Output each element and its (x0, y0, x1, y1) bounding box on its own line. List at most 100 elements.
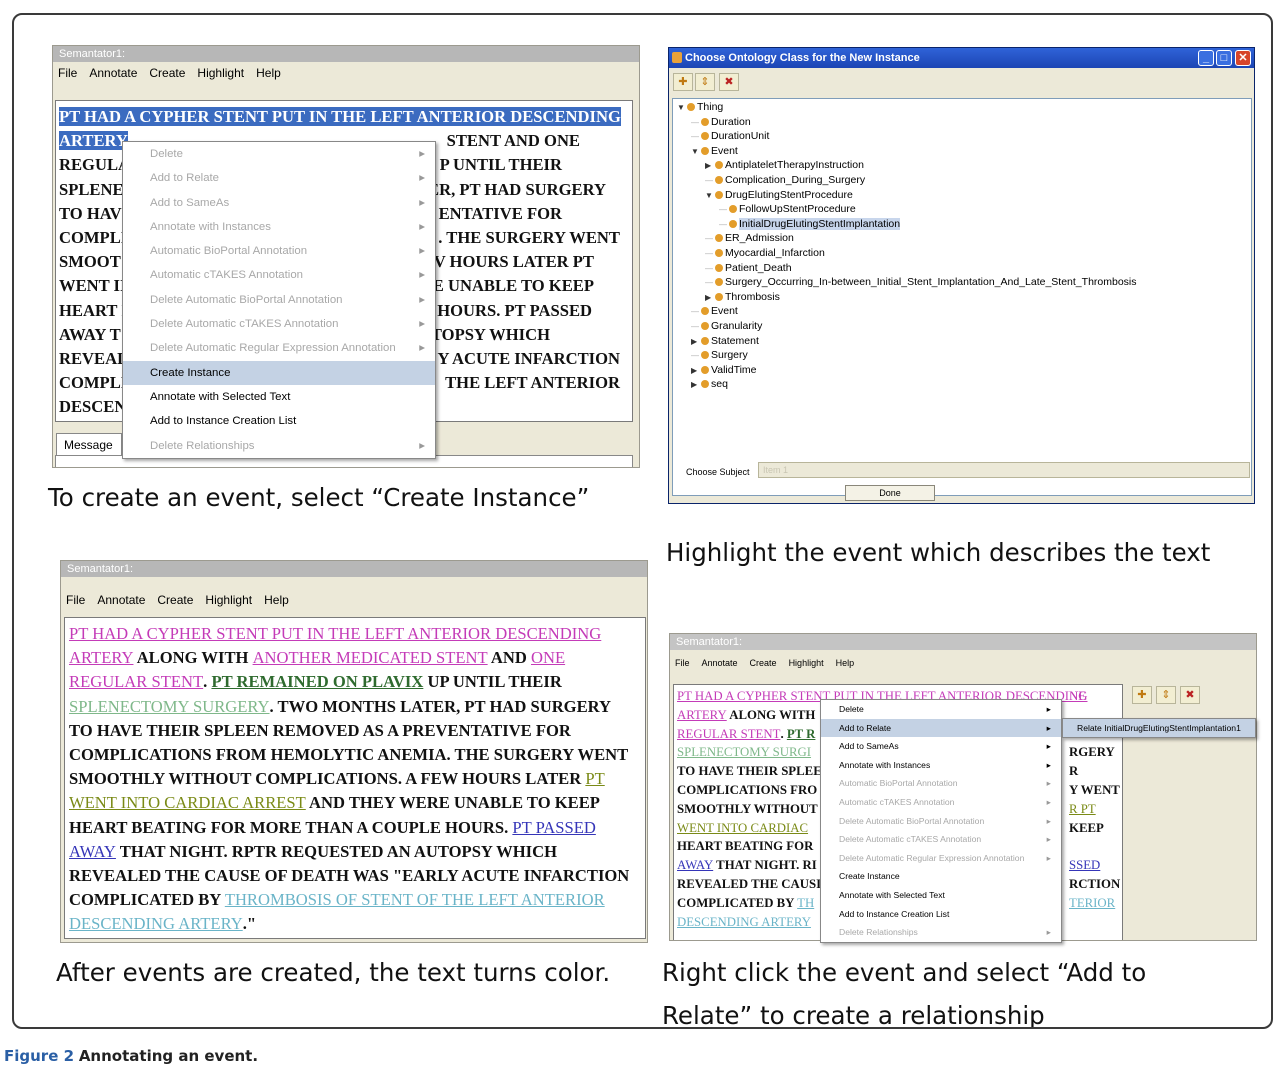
add-class-icon[interactable]: ✚ (673, 73, 693, 91)
tree-node[interactable]: — InitialDrugElutingStentImplantation (719, 217, 901, 231)
menu-item-add-to-sameas[interactable]: Add to SameAs ▸ (821, 737, 1061, 756)
event-annotation[interactable]: PT REMAINED ON PLAVIX (211, 672, 423, 691)
tree-node[interactable]: ▶ Thrombosis (705, 291, 780, 304)
note-text-area[interactable]: PT HAD A CYPHER STENT PUT IN THE LEFT AN… (64, 617, 646, 939)
menu-create[interactable]: Create (157, 593, 193, 607)
tree-node[interactable]: — Complication_During_Surgery (705, 174, 865, 187)
menu-item-label: Delete Automatic BioPortal Annotation (150, 293, 343, 306)
delete-class-icon[interactable]: ✖ (1180, 686, 1200, 704)
add-class-icon[interactable]: ✚ (1132, 686, 1152, 704)
expand-icon[interactable]: ▶ (691, 364, 701, 377)
menu-item-annotate-with-instances[interactable]: Annotate with Instances ▸ (821, 756, 1061, 775)
message-tab[interactable]: Message (56, 433, 122, 455)
event-annotation[interactable]: ARTERY (69, 648, 133, 667)
maximize-icon[interactable]: □ (1216, 50, 1232, 66)
tree-node[interactable]: ▶ AntiplateletTherapyInstruction (705, 159, 864, 172)
event-annotation[interactable]: REGULAR STENT (69, 672, 203, 691)
menu-create[interactable]: Create (149, 66, 185, 80)
menu-item-delete-automatic-bioportal-annotation: Delete Automatic BioPortal Annotation ▸ (123, 288, 435, 312)
text-fragment: ARTERY (59, 131, 128, 151)
tree-node[interactable]: ▼ Thing (677, 101, 723, 114)
add-subclass-icon[interactable]: ⇕ (695, 73, 715, 91)
tree-node[interactable]: — Granularity (691, 320, 762, 333)
event-annotation[interactable]: SPLENECTOMY SURGI (677, 745, 811, 759)
event-annotation[interactable]: AWAY (677, 858, 713, 872)
tree-node[interactable]: — Myocardial_Infarction (705, 247, 825, 260)
tree-node[interactable]: — DurationUnit (691, 130, 769, 143)
event-annotation[interactable]: AWAY (69, 842, 116, 861)
tree-node[interactable]: ▶ seq (691, 378, 728, 391)
expand-icon[interactable]: ▶ (691, 378, 701, 391)
event-annotation[interactable]: TH (797, 896, 814, 910)
menu-highlight[interactable]: Highlight (205, 593, 252, 607)
tree-node[interactable]: — FollowUpStentProcedure (719, 203, 856, 216)
menu-help[interactable]: Help (836, 658, 855, 668)
close-icon[interactable]: ✕ (1235, 50, 1251, 66)
submenu-item-relate[interactable]: Relate InitialDrugElutingStentImplantati… (1063, 719, 1255, 737)
tree-line-icon: — (705, 234, 713, 244)
event-annotation[interactable]: THROMBOSIS OF STENT OF THE LEFT ANTERIOR (225, 890, 605, 909)
minimize-icon[interactable]: _ (1198, 50, 1214, 66)
tree-node[interactable]: — Event (691, 305, 738, 318)
menu-file[interactable]: File (675, 658, 690, 668)
event-annotation[interactable]: PT HAD A CYPHER STENT PUT IN THE LEFT AN… (69, 624, 601, 643)
menu-file[interactable]: File (66, 593, 85, 607)
menu-help[interactable]: Help (256, 66, 281, 80)
chevron-right-icon: ▸ (1046, 852, 1051, 863)
tree-node-label: Statement (711, 334, 759, 347)
event-annotation[interactable]: SPLENECTOMY SURGERY (69, 697, 270, 716)
menu-item-add-to-relate[interactable]: Add to Relate ▸ (821, 718, 1061, 738)
ontology-tree[interactable]: ▼ Thing — Duration — DurationUnit ▼ Event ▶ Antip… (672, 98, 1252, 496)
panel-caption-1: To create an event, select “Create Insta… (48, 483, 590, 512)
event-annotation[interactable]: WENT INTO CARDIAC (677, 821, 808, 835)
delete-class-icon[interactable]: ✖ (719, 73, 739, 91)
tree-node[interactable]: ▼ Event (691, 145, 738, 158)
menu-item-delete[interactable]: Delete ▸ (821, 700, 1061, 719)
menu-item-create-instance[interactable]: Create Instance (123, 360, 435, 385)
menu-annotate[interactable]: Annotate (702, 658, 738, 668)
text-fragment: HEART BEATING FOR (677, 839, 814, 854)
menu-item-add-to-instance-creation-list[interactable]: Add to Instance Creation List (123, 409, 435, 433)
event-annotation[interactable]: DESCENDING ARTERY (677, 915, 811, 929)
event-annotation[interactable]: DESCENDING ARTERY (69, 914, 243, 933)
tree-node[interactable]: ▼ DrugElutingStentProcedure (705, 189, 853, 202)
expand-icon[interactable]: ▶ (705, 159, 715, 172)
done-button[interactable]: Done (845, 485, 935, 501)
menu-file[interactable]: File (58, 66, 77, 80)
menu-item-create-instance[interactable]: Create Instance (821, 867, 1061, 886)
add-subclass-icon[interactable]: ⇕ (1156, 686, 1176, 704)
menu-help[interactable]: Help (264, 593, 289, 607)
collapse-icon[interactable]: ▼ (677, 101, 687, 114)
tree-node[interactable]: — Duration (691, 116, 751, 129)
text-fragment: THAT NIGHT. RPTR REQUESTED AN AUTOPSY WH… (115, 841, 557, 861)
menu-item-add-to-instance-creation-list[interactable]: Add to Instance Creation List (821, 905, 1061, 924)
event-annotation[interactable]: ONE (531, 648, 565, 667)
menu-item-annotate-with-selected-text[interactable]: Annotate with Selected Text (821, 886, 1061, 905)
menu-create[interactable]: Create (750, 658, 777, 668)
event-annotation[interactable]: PT R (787, 727, 816, 741)
tree-node[interactable]: ▶ ValidTime (691, 364, 757, 377)
collapse-icon[interactable]: ▼ (705, 189, 715, 202)
event-annotation[interactable]: WENT INTO CARDIAC ARREST (69, 793, 306, 812)
menu-highlight[interactable]: Highlight (789, 658, 824, 668)
tree-node[interactable]: — Surgery (691, 349, 748, 362)
menu-item-annotate-with-selected-text[interactable]: Annotate with Selected Text (123, 385, 435, 409)
tree-node[interactable]: — ER_Admission (705, 232, 794, 245)
menu-annotate[interactable]: Annotate (97, 593, 145, 607)
text-fragment: COMPLICATED BY (677, 895, 798, 910)
event-annotation[interactable]: REGULAR STENT (677, 727, 780, 741)
tree-node[interactable]: — Patient_Death (705, 262, 792, 275)
tree-node[interactable]: ▶ Statement (691, 335, 759, 348)
tree-node[interactable]: — Surgery_Occurring_In-between_Initial_St… (705, 276, 1137, 289)
collapse-icon[interactable]: ▼ (691, 145, 701, 158)
event-annotation[interactable]: ARTERY (677, 708, 727, 722)
text-fragment: E UNABLE TO KEEP (432, 276, 594, 296)
event-annotation[interactable]: PT PASSED (512, 818, 595, 837)
expand-icon[interactable]: ▶ (691, 335, 701, 348)
choose-subject-select[interactable]: Item 1 (758, 462, 1250, 478)
event-annotation[interactable]: PT (585, 769, 604, 788)
event-annotation[interactable]: ANOTHER MEDICATED STENT (253, 648, 488, 667)
menu-annotate[interactable]: Annotate (89, 66, 137, 80)
expand-icon[interactable]: ▶ (705, 291, 715, 304)
menu-highlight[interactable]: Highlight (197, 66, 244, 80)
